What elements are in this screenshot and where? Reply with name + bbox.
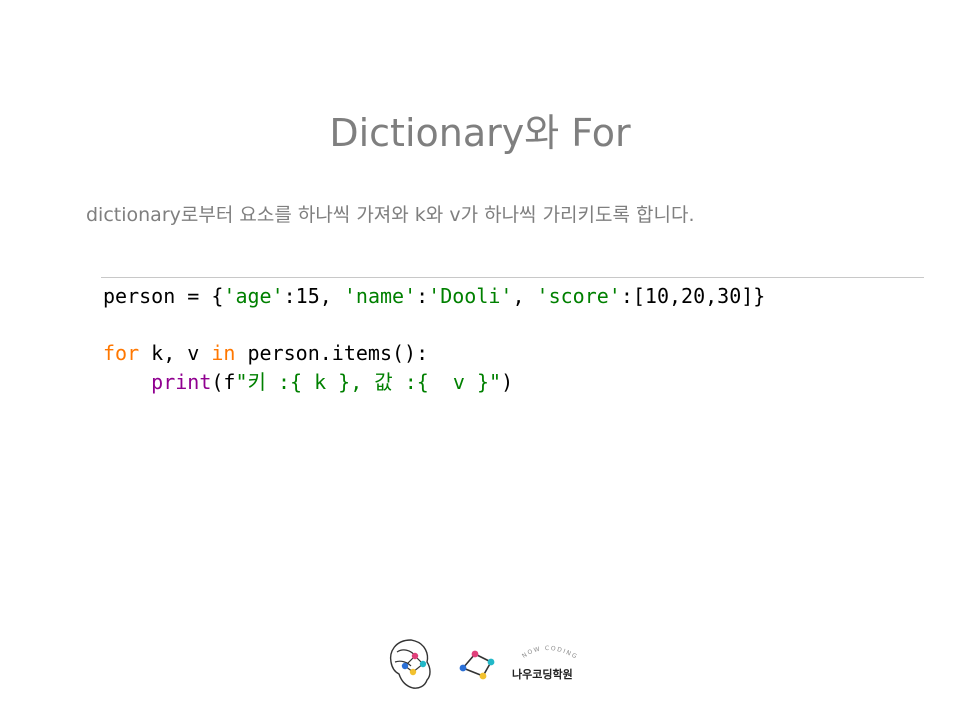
code-token: :[10,20,30]} [620,284,766,308]
code-token: :15, [283,284,344,308]
brand-name: 나우코딩학원 [512,668,573,681]
code-string-token: 'name' [343,284,417,308]
brand-logo-mark: NOW CODING [389,639,579,689]
code-token: (f [211,369,236,394]
brand-logo: NOW CODING 나우코딩학원 [385,632,605,694]
network-shape-icon [461,653,493,678]
node-dot-pink [411,652,419,660]
code-token: : [416,284,429,308]
code-token: person.items(): [235,341,429,365]
code-keyword-token: for [103,341,140,365]
brand-arc-text: NOW CODING [521,645,579,661]
node-dot-blue [401,662,409,670]
node-dot-yellow [479,672,487,680]
code-token: k, v [139,341,212,365]
node-dot-pink [471,650,479,658]
code-token: , [512,284,537,308]
code-line-1: person = {'age':15, 'name':'Dooli', 'sco… [103,282,765,311]
node-dot-blue [459,664,467,672]
code-line-3: for k, v in person.items(): [103,339,765,368]
code-string-token: 'Dooli' [428,284,513,308]
node-dot-yellow [409,668,417,676]
code-token: ) [501,369,514,394]
code-token: person = { [103,284,224,308]
node-dot-teal [419,660,427,668]
code-string-token: 'score' [536,284,621,308]
code-string-token: 'age' [223,284,284,308]
node-dot-teal [487,658,495,666]
code-line-2-blank [103,311,765,340]
code-string-token: "키 :{ k }, 값 :{ v }" [235,369,502,394]
code-keyword-token: in [211,341,236,365]
code-block: person = {'age':15, 'name':'Dooli', 'sco… [103,282,765,396]
slide-subtitle: dictionary로부터 요소를 하나씩 가져와 k와 v가 하나씩 가리키도… [86,204,695,226]
slide-title: Dictionary와 For [329,111,631,155]
code-builtin-token: print [151,369,212,394]
code-line-4: print(f"키 :{ k }, 값 :{ v }") [103,368,765,397]
code-top-rule [101,277,924,278]
